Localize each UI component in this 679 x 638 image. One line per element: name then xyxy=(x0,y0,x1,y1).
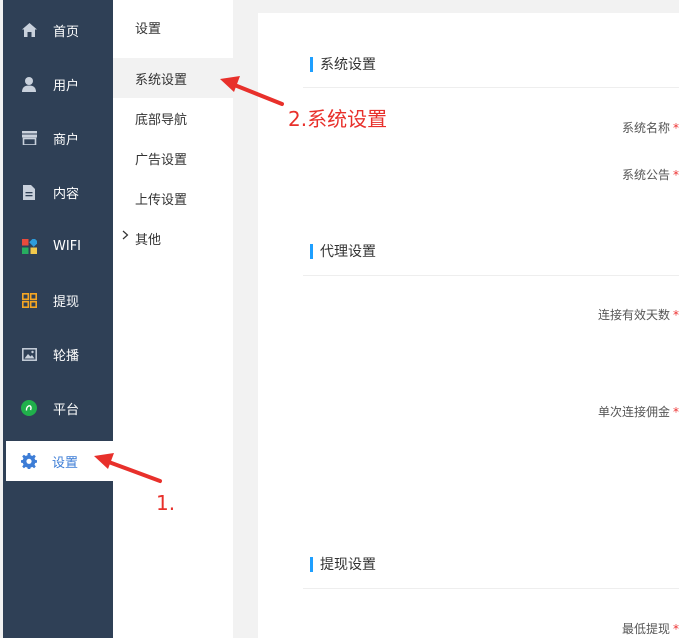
annotation-step1: 1. xyxy=(156,491,176,515)
annotation-step2: 2.系统设置 xyxy=(288,107,388,131)
annotation-arrows xyxy=(94,76,284,483)
arrow-to-system-settings xyxy=(220,76,284,106)
arrow-to-settings xyxy=(94,453,162,483)
